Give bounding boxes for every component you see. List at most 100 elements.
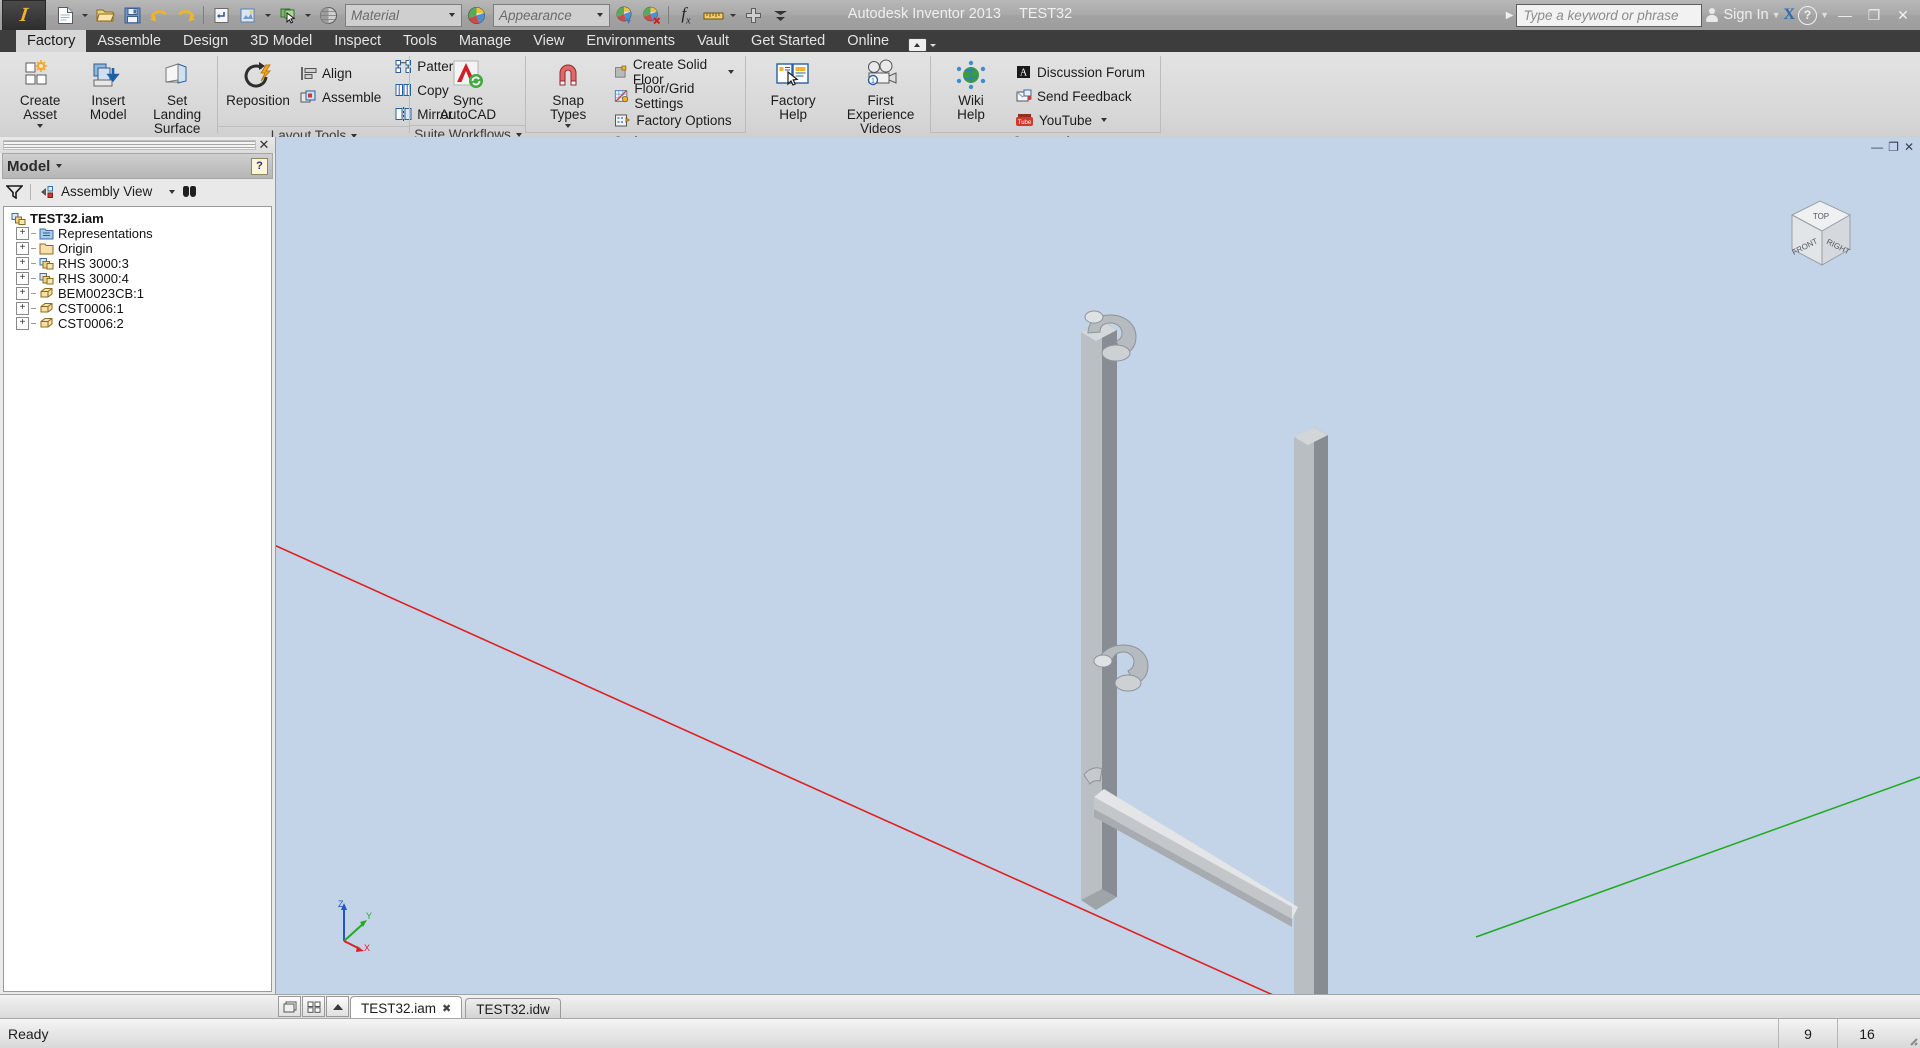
scroll-up-icon[interactable]	[326, 996, 349, 1017]
redo-icon[interactable]	[173, 2, 199, 28]
appearance-combo[interactable]: Appearance	[493, 3, 610, 27]
undo-icon[interactable]	[146, 2, 172, 28]
select-dropdown-icon[interactable]	[302, 2, 314, 28]
tab-view[interactable]: View	[522, 30, 575, 52]
browser-toolbar-separator	[30, 183, 31, 200]
view-cube[interactable]: TOP FRONT RIGHT	[1772, 185, 1868, 281]
tree-node-cst0006-2[interactable]: + CST0006:2	[6, 316, 269, 331]
browser-help-icon[interactable]: ?	[251, 157, 268, 175]
material-combo[interactable]: Material	[345, 3, 462, 27]
tree-node-origin[interactable]: + Origin	[6, 241, 269, 256]
return-icon[interactable]	[208, 2, 234, 28]
sync-autocad-button[interactable]: Sync AutoCAD	[420, 55, 516, 125]
reposition-button[interactable]: Reposition	[224, 55, 292, 111]
tree-node-representations[interactable]: + Representations	[6, 226, 269, 241]
search-expand-chevron-icon[interactable]: ▶	[1506, 10, 1514, 21]
sign-in-button[interactable]: Sign In	[1705, 7, 1769, 23]
material-sphere-icon	[315, 2, 341, 28]
tree-node-rhs-3000-3[interactable]: + RHS 3000:3	[6, 256, 269, 271]
material-combo-value: Material	[351, 7, 400, 23]
browser-title[interactable]: Model	[7, 158, 63, 175]
graphics-viewport[interactable]: — ❐ ✕ TOP FRONT RIGHT Z Y X	[276, 137, 1920, 995]
factory-options-button[interactable]: Factory Options	[608, 108, 740, 132]
assembly-view-dropdown[interactable]: Assembly View	[39, 184, 176, 199]
tab-manage[interactable]: Manage	[448, 30, 522, 52]
browser-header: Model ?	[2, 153, 273, 179]
update-dropdown-icon[interactable]	[262, 2, 274, 28]
send-feedback-button[interactable]: Send Feedback	[1009, 84, 1151, 108]
tab-online[interactable]: Online	[836, 30, 900, 52]
tab-vault[interactable]: Vault	[686, 30, 740, 52]
set-landing-surface-button[interactable]: Set Landing Surface	[142, 55, 212, 139]
browser-drag-handle[interactable]: ✕	[0, 137, 275, 153]
tab-environments[interactable]: Environments	[575, 30, 686, 52]
clear-appearance-icon[interactable]	[638, 2, 664, 28]
tab-design[interactable]: Design	[172, 30, 239, 52]
first-experience-videos-button[interactable]: 1 First Experience Videos	[836, 55, 925, 139]
browser-close-button[interactable]: ✕	[256, 137, 272, 153]
expand-icon[interactable]: +	[16, 242, 29, 255]
filter-icon[interactable]	[5, 185, 24, 200]
appearance-combo-chevron-icon[interactable]	[593, 13, 607, 17]
tree-node-cst0006-1[interactable]: + CST0006:1	[6, 301, 269, 316]
tree-node-bem0023cb-1[interactable]: + BEM0023CB:1	[6, 286, 269, 301]
tile-windows-icon[interactable]	[302, 996, 325, 1017]
select-icon[interactable]	[275, 2, 301, 28]
update-icon[interactable]	[235, 2, 261, 28]
expand-icon[interactable]: +	[16, 227, 29, 240]
fx-icon[interactable]: fx	[673, 2, 699, 28]
create-asset-button[interactable]: Create Asset	[6, 55, 74, 131]
tab-tools[interactable]: Tools	[392, 30, 448, 52]
expand-icon[interactable]: +	[16, 257, 29, 270]
material-combo-chevron-icon[interactable]	[445, 13, 459, 17]
tree-node-root[interactable]: TEST32.iam	[6, 211, 269, 226]
help-icon[interactable]: ?	[1798, 5, 1818, 25]
new-file-dropdown-icon[interactable]	[79, 2, 91, 28]
help-chevron-icon[interactable]: ▼	[1820, 10, 1829, 20]
application-menu-button[interactable]: I	[2, 0, 46, 31]
qat-overflow-icon[interactable]	[767, 2, 793, 28]
expand-icon[interactable]: +	[16, 272, 29, 285]
resize-grip-icon[interactable]	[1896, 1019, 1920, 1048]
factory-help-button[interactable]: Factory Help	[752, 55, 834, 125]
save-icon[interactable]	[119, 2, 145, 28]
search-browser-icon[interactable]	[183, 186, 197, 197]
sign-in-chevron-icon[interactable]: ▼	[1772, 10, 1781, 20]
open-file-icon[interactable]	[92, 2, 118, 28]
document-tab-close-icon[interactable]: ✖	[442, 1002, 451, 1015]
tab-factory[interactable]: Factory	[16, 30, 87, 52]
ribbon-filler	[1161, 52, 1920, 137]
youtube-button[interactable]: Tube YouTube	[1009, 108, 1151, 132]
assemble-button[interactable]: Assemble	[294, 85, 387, 109]
adjust-icon[interactable]	[611, 2, 637, 28]
autodesk-exchange-icon[interactable]: X	[1784, 6, 1796, 24]
wiki-help-button[interactable]: Wiki Help	[937, 55, 1005, 125]
measure-icon[interactable]	[700, 2, 726, 28]
expand-icon[interactable]: +	[16, 287, 29, 300]
model-scene[interactable]	[276, 137, 1920, 995]
snap-types-button[interactable]: Snap Types	[532, 55, 604, 131]
insert-model-button[interactable]: Insert Model	[74, 55, 142, 125]
align-button[interactable]: Align	[294, 61, 387, 85]
new-file-icon[interactable]	[52, 2, 78, 28]
ribbon-minimize-button[interactable]	[908, 38, 937, 52]
expand-icon[interactable]: +	[16, 302, 29, 315]
cascade-windows-icon[interactable]	[278, 996, 301, 1017]
tab-assemble[interactable]: Assemble	[86, 30, 172, 52]
measure-dropdown-icon[interactable]	[727, 2, 739, 28]
tab-get-started[interactable]: Get Started	[740, 30, 836, 52]
discussion-forum-button[interactable]: A Discussion Forum	[1009, 60, 1151, 84]
document-tab-iam[interactable]: TEST32.iam ✖	[350, 996, 463, 1019]
document-tab-idw[interactable]: TEST32.idw	[465, 998, 561, 1019]
expand-icon[interactable]: +	[16, 317, 29, 330]
floor-grid-settings-button[interactable]: Floor/Grid Settings	[608, 81, 740, 111]
restore-button[interactable]: ❐	[1861, 4, 1887, 26]
close-button[interactable]: ✕	[1890, 4, 1916, 26]
insert-model-icon	[91, 58, 125, 92]
minimize-button[interactable]: —	[1832, 4, 1858, 26]
tree-node-rhs-3000-4[interactable]: + RHS 3000:4	[6, 271, 269, 286]
plus-icon[interactable]	[740, 2, 766, 28]
tab-inspect[interactable]: Inspect	[323, 30, 392, 52]
tab-3d-model[interactable]: 3D Model	[239, 30, 323, 52]
search-input[interactable]: Type a keyword or phrase	[1516, 3, 1703, 27]
